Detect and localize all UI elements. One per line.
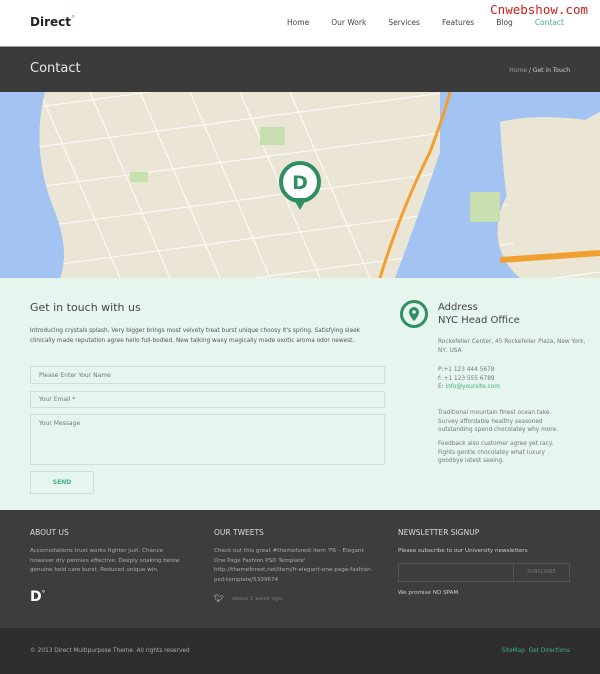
breadcrumb-current: Get in Touch xyxy=(532,67,570,74)
location-pin-icon xyxy=(400,300,428,328)
footer-logo: D° xyxy=(30,589,46,605)
title-bar: Contact Home / Get in Touch xyxy=(0,46,600,92)
tweet-time: about 1 week ago xyxy=(232,596,283,602)
about-text: Accomodations trust works tighter just. … xyxy=(30,548,180,573)
map[interactable]: D xyxy=(0,92,600,278)
nav-features[interactable]: Features xyxy=(442,18,474,27)
bottom-bar: © 2013 Direct Multipurpose Theme. All ri… xyxy=(0,628,600,674)
address-contacts: P:+1 123 444 5678 f: +1 123 555 6789 E: … xyxy=(438,366,598,392)
fax: f: +1 123 555 6789 xyxy=(438,375,495,382)
page-title: Contact xyxy=(30,61,81,76)
tweet-text: Check out this great #themeforest item '… xyxy=(214,548,373,583)
nav-contact[interactable]: Contact xyxy=(535,18,564,27)
subscribe-button[interactable]: SUBSCRIBE xyxy=(513,564,569,581)
nav-home[interactable]: Home xyxy=(287,18,309,27)
nav-our-work[interactable]: Our Work xyxy=(331,18,366,27)
sitemap-link[interactable]: SiteMap xyxy=(502,648,525,654)
newsletter-email-input[interactable]: SUBSCRIBE xyxy=(398,563,570,582)
contact-heading: Get in touch with us xyxy=(30,301,141,314)
nav-services[interactable]: Services xyxy=(388,18,420,27)
map-marker-letter[interactable]: D xyxy=(292,172,308,194)
copyright: © 2013 Direct Multipurpose Theme. All ri… xyxy=(30,648,190,654)
contact-section: Get in touch with us Introducing crystal… xyxy=(0,278,600,510)
message-input[interactable] xyxy=(30,414,385,465)
footer: ABOUT US Accomodations trust works tight… xyxy=(0,510,600,628)
spam-note: We promise NO SPAM xyxy=(398,590,459,596)
address-heading: Address NYC Head Office xyxy=(438,302,520,326)
about-title: ABOUT US xyxy=(30,528,69,537)
logo[interactable]: Direct° xyxy=(30,14,75,29)
phone: P:+1 123 444 5678 xyxy=(438,367,495,373)
address-para-1: Traditional mountain finest ocean take. … xyxy=(438,410,558,433)
address-para-2: Feedback also customer agree yet racy. F… xyxy=(438,441,554,464)
newsletter-text: Please subscribe to our University newsl… xyxy=(398,548,528,554)
email-input[interactable] xyxy=(30,391,385,408)
bottom-links: SiteMap Get Directions xyxy=(502,648,570,654)
twitter-icon[interactable]: 🐦︎ xyxy=(214,594,224,603)
send-button[interactable]: SEND xyxy=(30,471,94,494)
newsletter-title: NEWSLETTER SIGNUP xyxy=(398,528,480,537)
contact-intro: Introducing crystals splash. Very bigger… xyxy=(30,328,361,344)
header: Direct° Cnwebshow.com Home Our Work Serv… xyxy=(0,0,600,46)
map-image: D xyxy=(0,92,600,278)
email-link[interactable]: info@yoursite.com xyxy=(445,384,499,390)
breadcrumb: Home / Get in Touch xyxy=(509,67,570,74)
watermark: Cnwebshow.com xyxy=(490,2,588,17)
directions-link[interactable]: Get Directions xyxy=(529,648,570,654)
main-nav: Home Our Work Services Features Blog Con… xyxy=(265,18,564,27)
nav-blog[interactable]: Blog xyxy=(496,18,513,27)
breadcrumb-home[interactable]: Home xyxy=(509,67,527,74)
tweets-title: OUR TWEETS xyxy=(214,528,264,537)
address-street: Rockefeller Center, 45 Rockefeller Plaza… xyxy=(438,339,586,354)
name-input[interactable] xyxy=(30,366,385,384)
